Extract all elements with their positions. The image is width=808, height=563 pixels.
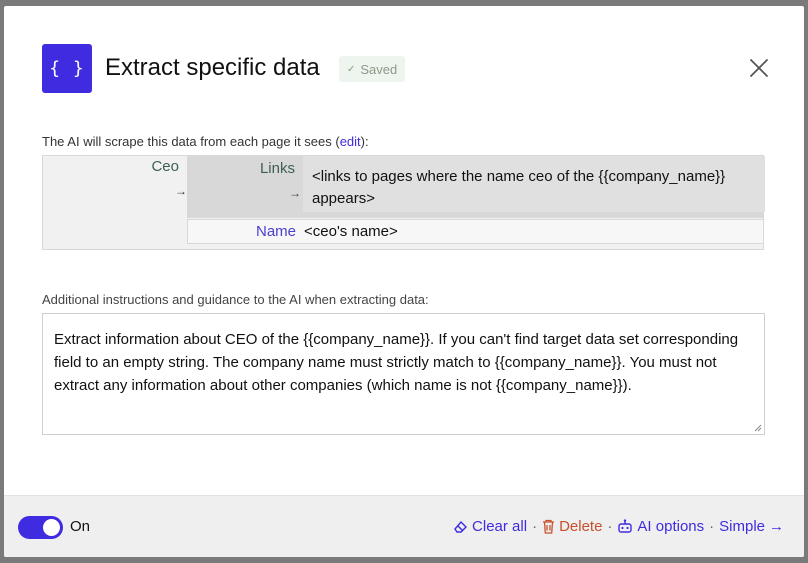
schema-tree: Ceo → Links → <links to pages where the … bbox=[42, 155, 765, 250]
robot-icon bbox=[618, 519, 633, 533]
trash-icon bbox=[543, 519, 555, 534]
field-ceo-label: Ceo bbox=[151, 158, 179, 175]
check-icon: ✓ bbox=[347, 63, 356, 75]
separator: · bbox=[532, 518, 538, 535]
saved-label: Saved bbox=[360, 61, 398, 77]
field-name-label: Name bbox=[255, 223, 296, 240]
saved-badge: ✓ Saved bbox=[339, 56, 406, 82]
schema-caption: The AI will scrape this data from each p… bbox=[42, 134, 369, 149]
clear-all-label: Clear all bbox=[472, 518, 528, 535]
eraser-icon bbox=[454, 520, 468, 533]
delete-button[interactable]: Delete bbox=[542, 518, 602, 535]
arrow-right-icon: → bbox=[769, 518, 784, 535]
extract-data-modal: { } Extract specific data ✓ Saved The AI… bbox=[4, 6, 804, 557]
modal-title: Extract specific data bbox=[105, 54, 320, 81]
simple-mode-button[interactable]: Simple → bbox=[719, 518, 784, 535]
close-icon[interactable] bbox=[748, 57, 770, 79]
ai-options-label: AI options bbox=[637, 518, 705, 535]
separator: · bbox=[709, 518, 715, 535]
instructions-textarea[interactable]: Extract information about CEO of the {{c… bbox=[42, 313, 765, 435]
edit-schema-link[interactable]: edit bbox=[340, 134, 361, 149]
clear-all-button[interactable]: Clear all bbox=[453, 518, 527, 535]
footer-actions: Clear all · Delete · AI options · Simple… bbox=[453, 518, 784, 535]
instructions-text: Extract information about CEO of the {{c… bbox=[54, 331, 739, 394]
arrow-right-icon: → bbox=[289, 186, 301, 200]
field-links-label: Links bbox=[259, 160, 295, 177]
enable-toggle[interactable] bbox=[18, 516, 63, 539]
resize-handle-icon[interactable] bbox=[754, 424, 762, 432]
toggle-label: On bbox=[70, 518, 91, 535]
toggle-knob bbox=[43, 519, 60, 536]
modal-header: { } Extract specific data ✓ Saved bbox=[42, 44, 782, 94]
arrow-right-icon: → bbox=[175, 184, 187, 198]
field-links-row: Links → <links to pages where the name c… bbox=[187, 156, 765, 218]
separator: · bbox=[607, 518, 613, 535]
simple-label: Simple bbox=[719, 518, 765, 535]
schema-caption-suffix: ): bbox=[360, 134, 369, 149]
field-links-value: <links to pages where the name ceo of th… bbox=[303, 156, 765, 212]
ai-options-button[interactable]: AI options bbox=[617, 518, 704, 535]
delete-label: Delete bbox=[559, 518, 603, 535]
field-name-row: Name <ceo's name> bbox=[187, 219, 764, 244]
field-name-value: <ceo's name> bbox=[304, 223, 398, 240]
braces-icon: { } bbox=[42, 44, 92, 93]
modal-footer: On Clear all · Delete · AI options · Sim… bbox=[4, 495, 804, 557]
schema-caption-text: The AI will scrape this data from each p… bbox=[42, 134, 340, 149]
instructions-caption: Additional instructions and guidance to … bbox=[42, 292, 429, 307]
